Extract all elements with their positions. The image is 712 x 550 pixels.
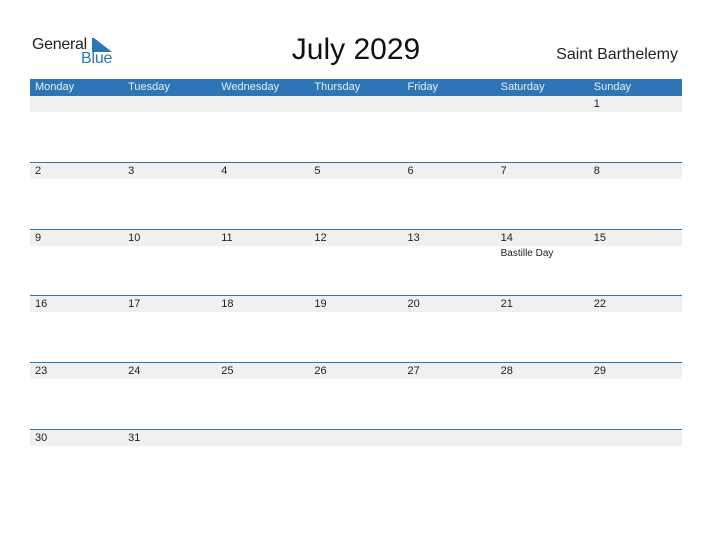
day-number: 13 — [407, 232, 420, 244]
day-number: 20 — [407, 298, 420, 310]
day-number: 24 — [128, 365, 141, 377]
week-row: 1 — [30, 96, 682, 163]
country-name: Saint Barthelemy — [556, 46, 678, 63]
day-cell: 30 — [30, 430, 123, 497]
week-row: 16 17 18 19 20 21 22 — [30, 295, 682, 363]
day-cell — [496, 430, 589, 497]
day-cell — [403, 430, 496, 497]
day-number: 1 — [593, 98, 600, 110]
day-cell: 24 — [123, 363, 216, 430]
weekday-thursday: Thursday — [314, 81, 361, 93]
weekday-wednesday: Wednesday — [221, 81, 280, 93]
week-row: 30 31 — [30, 429, 682, 497]
day-number: 4 — [221, 165, 228, 177]
day-cell — [496, 96, 589, 163]
holiday-label: Bastille Day — [500, 248, 554, 259]
day-cell — [403, 96, 496, 163]
day-cell — [123, 96, 216, 163]
day-cell: 15 — [589, 230, 682, 297]
day-number: 10 — [128, 232, 141, 244]
weekday-tuesday: Tuesday — [128, 81, 170, 93]
day-cell: 13 — [403, 230, 496, 297]
week-row: 23 24 25 26 27 28 29 — [30, 362, 682, 430]
day-cell: 12 — [309, 230, 402, 297]
day-number: 19 — [314, 298, 327, 310]
day-number: 30 — [35, 432, 48, 444]
day-cell: 29 — [589, 363, 682, 430]
day-cell — [309, 430, 402, 497]
day-cell: 31 — [123, 430, 216, 497]
day-number: 15 — [593, 232, 606, 244]
day-cell — [589, 430, 682, 497]
day-number: 17 — [128, 298, 141, 310]
day-cell: 6 — [403, 163, 496, 230]
day-number: 27 — [407, 365, 420, 377]
day-number: 28 — [500, 365, 513, 377]
day-cell: 17 — [123, 296, 216, 363]
day-cell: 20 — [403, 296, 496, 363]
day-number: 29 — [593, 365, 606, 377]
day-number: 31 — [128, 432, 141, 444]
day-cell: 26 — [309, 363, 402, 430]
day-cell: 25 — [216, 363, 309, 430]
day-cell: 28 — [496, 363, 589, 430]
day-cell — [216, 430, 309, 497]
day-number: 21 — [500, 298, 513, 310]
day-number: 8 — [593, 165, 600, 177]
day-number: 9 — [35, 232, 42, 244]
weekday-friday: Friday — [407, 81, 439, 93]
day-cell: 21 — [496, 296, 589, 363]
day-cell: 19 — [309, 296, 402, 363]
day-number: 16 — [35, 298, 48, 310]
day-cell — [216, 96, 309, 163]
day-number: 11 — [221, 232, 233, 244]
day-cell: 23 — [30, 363, 123, 430]
day-cell: 7 — [496, 163, 589, 230]
day-cell: 11 — [216, 230, 309, 297]
day-cell: 10 — [123, 230, 216, 297]
week-row: 2 3 4 5 6 7 8 — [30, 162, 682, 230]
day-number: 14 — [500, 232, 513, 244]
day-number: 12 — [314, 232, 327, 244]
day-cell: 22 — [589, 296, 682, 363]
day-number: 22 — [593, 298, 606, 310]
day-cell: 1 — [589, 96, 682, 163]
day-cell: 3 — [123, 163, 216, 230]
week-row: 9 10 11 12 13 14 Bastille Day 15 — [30, 229, 682, 297]
weekday-header: Monday Tuesday Wednesday Thursday Friday… — [30, 79, 682, 96]
day-cell: 14 Bastille Day — [496, 230, 589, 297]
weekday-saturday: Saturday — [500, 81, 545, 93]
day-cell: 2 — [30, 163, 123, 230]
weekday-sunday: Sunday — [593, 81, 632, 93]
day-cell — [30, 96, 123, 163]
day-cell: 27 — [403, 363, 496, 430]
day-number: 7 — [500, 165, 507, 177]
day-cell: 8 — [589, 163, 682, 230]
day-cell: 16 — [30, 296, 123, 363]
day-number: 2 — [35, 165, 42, 177]
day-cell — [309, 96, 402, 163]
weekday-monday: Monday — [35, 81, 75, 93]
day-number: 23 — [35, 365, 48, 377]
day-cell: 9 — [30, 230, 123, 297]
day-cell: 5 — [309, 163, 402, 230]
day-number: 3 — [128, 165, 135, 177]
day-number: 18 — [221, 298, 234, 310]
day-cell: 18 — [216, 296, 309, 363]
day-number: 25 — [221, 365, 234, 377]
day-number: 5 — [314, 165, 321, 177]
day-cell: 4 — [216, 163, 309, 230]
day-number: 6 — [407, 165, 414, 177]
day-number: 26 — [314, 365, 327, 377]
